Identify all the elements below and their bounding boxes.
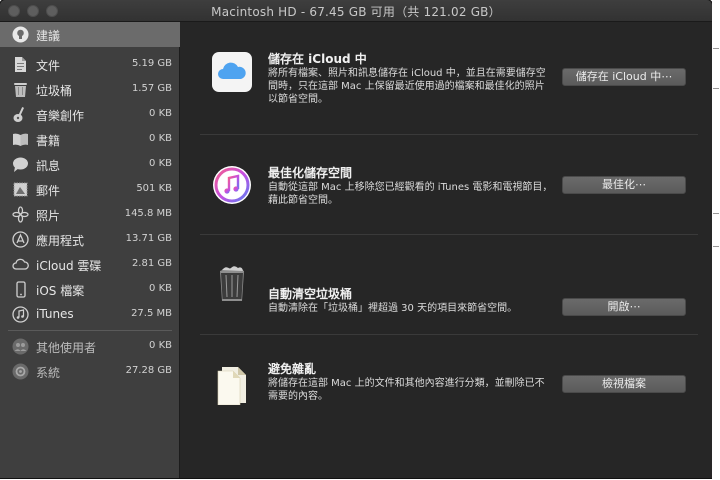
background-divider xyxy=(713,213,719,214)
sidebar-item-size: 1.57 GB xyxy=(131,83,172,94)
sidebar-item-label: 音樂創作 xyxy=(36,109,85,123)
recommendation-optimize-storage: 最佳化儲存空間 自動從這部 Mac 上移除您已經觀看的 iTunes 電影和電視… xyxy=(181,135,712,235)
sidebar-item-size: 2.81 GB xyxy=(131,258,172,269)
icloud-icon xyxy=(212,52,252,92)
sidebar-divider xyxy=(8,330,172,331)
recommendations-panel: 儲存在 iCloud 中 將所有檔案、照片和訊息儲存在 iCloud 中，並且在… xyxy=(181,22,712,478)
sidebar-item-music-creation[interactable]: 音樂創作 0 KB xyxy=(0,102,180,127)
sidebar-item-size: 27.5 MB xyxy=(131,308,172,319)
sidebar-item-size: 145.8 MB xyxy=(124,208,172,219)
sidebar-item-label: iCloud 雲碟 xyxy=(36,259,102,273)
itunes-icon xyxy=(213,166,251,204)
full-trash-icon xyxy=(220,266,244,301)
trash-icon xyxy=(14,83,27,97)
system-gear-icon xyxy=(12,363,29,380)
recommendation-description: 自動清除在「垃圾桶」裡超過 30 天的項目來節省空間。 xyxy=(268,303,518,314)
storage-management-window: Macintosh HD - 67.45 GB 可用（共 121.02 GB） … xyxy=(0,0,712,478)
review-files-button[interactable]: 檢視檔案 xyxy=(562,375,686,393)
background-window-edge xyxy=(712,0,720,480)
sidebar-item-size: 501 KB xyxy=(136,183,172,194)
stamp-icon xyxy=(13,182,28,197)
chat-bubble-icon xyxy=(13,157,28,172)
sidebar-item-label: iTunes xyxy=(36,307,74,321)
sidebar-item-other-users[interactable]: 其他使用者 0 KB xyxy=(0,334,180,359)
store-in-icloud-button[interactable]: 儲存在 iCloud 中⋯ xyxy=(562,68,686,86)
sidebar-item-itunes[interactable]: iTunes 27.5 MB xyxy=(0,302,180,327)
turn-on-button[interactable]: 開啟⋯ xyxy=(562,298,686,316)
sidebar-item-mail[interactable]: 郵件 501 KB xyxy=(0,177,180,202)
documents-icon xyxy=(217,367,246,405)
sidebar: 建議 文件 5.19 GB 垃圾桶 1.57 GB 音樂創作 0 KB 書籍 0… xyxy=(0,22,180,478)
sidebar-item-label: 系統 xyxy=(36,366,61,380)
recommendation-reduce-clutter: 避免雜亂 將儲存在這部 Mac 上的文件和其他內容進行分類，並刪除已不需要的內容… xyxy=(181,335,712,435)
sidebar-item-size: 0 KB xyxy=(149,340,172,351)
background-divider xyxy=(713,246,719,247)
sidebar-item-label: 文件 xyxy=(36,59,61,73)
sidebar-item-size: 0 KB xyxy=(149,133,172,144)
sidebar-item-documents[interactable]: 文件 5.19 GB xyxy=(0,52,180,77)
sidebar-item-size: 27.28 GB xyxy=(125,365,172,376)
guitar-icon xyxy=(13,107,25,122)
sidebar-item-system[interactable]: 系統 27.28 GB xyxy=(0,359,180,384)
recommendation-store-in-icloud: 儲存在 iCloud 中 將所有檔案、照片和訊息儲存在 iCloud 中，並且在… xyxy=(181,40,712,140)
sidebar-item-size: 0 KB xyxy=(149,108,172,119)
users-icon xyxy=(12,338,29,355)
sidebar-item-photos[interactable]: 照片 145.8 MB xyxy=(0,202,180,227)
recommendation-description: 將所有檔案、照片和訊息儲存在 iCloud 中，並且在需要儲存空間時，只在這部 … xyxy=(268,68,546,105)
recommendation-description: 自動從這部 Mac 上移除您已經觀看的 iTunes 電影和電視節目，藉此節省空… xyxy=(268,182,553,206)
sidebar-item-messages[interactable]: 訊息 0 KB xyxy=(0,152,180,177)
app-store-icon xyxy=(12,231,29,248)
window-title: Macintosh HD - 67.45 GB 可用（共 121.02 GB） xyxy=(211,5,501,19)
background-divider xyxy=(713,48,719,49)
sidebar-item-size: 13.71 GB xyxy=(125,233,172,244)
book-icon xyxy=(13,133,28,146)
sidebar-item-label: 垃圾桶 xyxy=(36,84,73,98)
sidebar-item-books[interactable]: 書籍 0 KB xyxy=(0,127,180,152)
sidebar-item-size: 0 KB xyxy=(149,283,172,294)
document-icon xyxy=(15,57,26,72)
sidebar-item-label: 其他使用者 xyxy=(36,341,97,355)
lightbulb-icon xyxy=(12,26,29,43)
sidebar-item-trash[interactable]: 垃圾桶 1.57 GB xyxy=(0,77,180,102)
sidebar-item-label: iOS 檔案 xyxy=(36,284,85,298)
background-divider xyxy=(713,88,719,89)
cloud-icon xyxy=(12,258,29,270)
sidebar-item-label: 照片 xyxy=(36,209,61,223)
recommendation-title: 自動清空垃圾桶 xyxy=(268,287,353,301)
sidebar-item-icloud-drive[interactable]: iCloud 雲碟 2.81 GB xyxy=(0,252,180,277)
sidebar-item-size: 5.19 GB xyxy=(131,58,172,69)
iphone-icon xyxy=(16,281,26,298)
optimize-button[interactable]: 最佳化⋯ xyxy=(562,176,686,194)
recommendation-description: 將儲存在這部 Mac 上的文件和其他內容進行分類，並刪除已不需要的內容。 xyxy=(268,378,545,402)
sidebar-item-label: 訊息 xyxy=(36,159,61,173)
title-bar: Macintosh HD - 67.45 GB 可用（共 121.02 GB） xyxy=(0,0,712,22)
recommendation-title: 最佳化儲存空間 xyxy=(268,166,353,180)
sidebar-item-label: 應用程式 xyxy=(36,234,85,248)
sidebar-item-label: 建議 xyxy=(36,29,61,43)
sidebar-item-applications[interactable]: 應用程式 13.71 GB xyxy=(0,227,180,252)
recommendation-title: 避免雜亂 xyxy=(268,362,317,376)
sidebar-item-ios-files[interactable]: iOS 檔案 0 KB xyxy=(0,277,180,302)
sidebar-item-recommendations[interactable]: 建議 xyxy=(0,22,180,47)
recommendation-empty-trash: 自動清空垃圾桶 自動清除在「垃圾桶」裡超過 30 天的項目來節省空間。 開啟⋯ xyxy=(181,235,712,335)
sidebar-item-size: 0 KB xyxy=(149,158,172,169)
sidebar-item-label: 書籍 xyxy=(36,134,61,148)
sidebar-item-label: 郵件 xyxy=(36,184,61,198)
photos-flower-icon xyxy=(12,206,29,223)
music-note-icon xyxy=(12,306,29,323)
recommendation-title: 儲存在 iCloud 中 xyxy=(268,52,367,66)
